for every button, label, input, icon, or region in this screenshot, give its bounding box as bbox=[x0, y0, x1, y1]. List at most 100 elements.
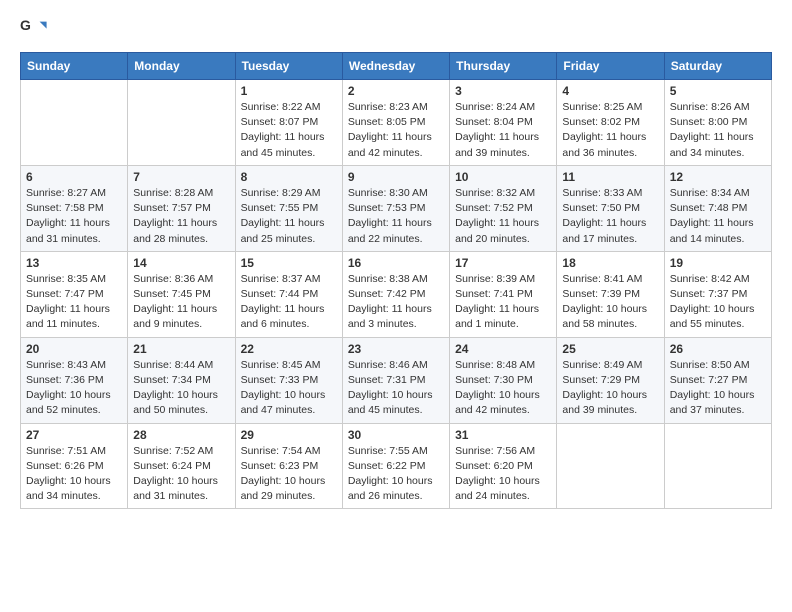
weekday-header: Tuesday bbox=[235, 53, 342, 80]
day-info: Sunrise: 8:37 AMSunset: 7:44 PMDaylight:… bbox=[241, 272, 337, 333]
day-number: 10 bbox=[455, 170, 551, 184]
calendar-table: SundayMondayTuesdayWednesdayThursdayFrid… bbox=[20, 52, 772, 509]
day-info: Sunrise: 8:35 AMSunset: 7:47 PMDaylight:… bbox=[26, 272, 122, 333]
day-info: Sunrise: 8:23 AMSunset: 8:05 PMDaylight:… bbox=[348, 100, 444, 161]
calendar-cell: 29Sunrise: 7:54 AMSunset: 6:23 PMDayligh… bbox=[235, 423, 342, 509]
day-number: 22 bbox=[241, 342, 337, 356]
day-info: Sunrise: 8:22 AMSunset: 8:07 PMDaylight:… bbox=[241, 100, 337, 161]
day-number: 16 bbox=[348, 256, 444, 270]
day-info: Sunrise: 8:38 AMSunset: 7:42 PMDaylight:… bbox=[348, 272, 444, 333]
day-number: 11 bbox=[562, 170, 658, 184]
day-info: Sunrise: 8:30 AMSunset: 7:53 PMDaylight:… bbox=[348, 186, 444, 247]
calendar-week-row: 6 Sunrise: 8:27 AMSunset: 7:58 PMDaylight… bbox=[21, 165, 772, 251]
day-number: 9 bbox=[348, 170, 444, 184]
calendar-cell: 26 Sunrise: 8:50 AMSunset: 7:27 PMDayligh… bbox=[664, 337, 771, 423]
weekday-header: Wednesday bbox=[342, 53, 449, 80]
day-number: 24 bbox=[455, 342, 551, 356]
calendar-week-row: 27 Sunrise: 7:51 AMSunset: 6:26 PMDayligh… bbox=[21, 423, 772, 509]
calendar-cell: 10 Sunrise: 8:32 AMSunset: 7:52 PMDayligh… bbox=[450, 165, 557, 251]
day-info: Sunrise: 8:24 AMSunset: 8:04 PMDaylight:… bbox=[455, 100, 551, 161]
day-number: 4 bbox=[562, 84, 658, 98]
day-info: Sunrise: 8:32 AMSunset: 7:52 PMDaylight:… bbox=[455, 186, 551, 247]
day-number: 2 bbox=[348, 84, 444, 98]
weekday-header: Sunday bbox=[21, 53, 128, 80]
calendar-cell bbox=[557, 423, 664, 509]
calendar-cell: 3Sunrise: 8:24 AMSunset: 8:04 PMDaylight… bbox=[450, 80, 557, 166]
day-number: 15 bbox=[241, 256, 337, 270]
day-number: 6 bbox=[26, 170, 122, 184]
calendar-week-row: 1 Sunrise: 8:22 AMSunset: 8:07 PMDaylight… bbox=[21, 80, 772, 166]
calendar-cell: 9 Sunrise: 8:30 AMSunset: 7:53 PMDaylight… bbox=[342, 165, 449, 251]
calendar-cell: 30Sunrise: 7:55 AMSunset: 6:22 PMDayligh… bbox=[342, 423, 449, 509]
calendar-cell: 23Sunrise: 8:46 AMSunset: 7:31 PMDayligh… bbox=[342, 337, 449, 423]
day-number: 12 bbox=[670, 170, 766, 184]
day-info: Sunrise: 8:43 AMSunset: 7:36 PMDaylight:… bbox=[26, 358, 122, 419]
calendar-cell: 4 Sunrise: 8:25 AMSunset: 8:02 PMDaylight… bbox=[557, 80, 664, 166]
day-info: Sunrise: 7:56 AMSunset: 6:20 PMDaylight:… bbox=[455, 444, 551, 505]
calendar-cell: 12 Sunrise: 8:34 AMSunset: 7:48 PMDayligh… bbox=[664, 165, 771, 251]
day-number: 26 bbox=[670, 342, 766, 356]
day-number: 29 bbox=[241, 428, 337, 442]
day-number: 28 bbox=[133, 428, 229, 442]
day-info: Sunrise: 8:36 AMSunset: 7:45 PMDaylight:… bbox=[133, 272, 229, 333]
calendar-cell: 17Sunrise: 8:39 AMSunset: 7:41 PMDayligh… bbox=[450, 251, 557, 337]
calendar-cell: 22 Sunrise: 8:45 AMSunset: 7:33 PMDayligh… bbox=[235, 337, 342, 423]
day-info: Sunrise: 7:52 AMSunset: 6:24 PMDaylight:… bbox=[133, 444, 229, 505]
day-number: 21 bbox=[133, 342, 229, 356]
calendar-week-row: 20 Sunrise: 8:43 AMSunset: 7:36 PMDayligh… bbox=[21, 337, 772, 423]
header: G bbox=[20, 16, 772, 44]
weekday-header: Saturday bbox=[664, 53, 771, 80]
day-number: 7 bbox=[133, 170, 229, 184]
day-info: Sunrise: 8:29 AMSunset: 7:55 PMDaylight:… bbox=[241, 186, 337, 247]
calendar-cell bbox=[21, 80, 128, 166]
day-number: 20 bbox=[26, 342, 122, 356]
day-info: Sunrise: 8:27 AMSunset: 7:58 PMDaylight:… bbox=[26, 186, 122, 247]
day-info: Sunrise: 7:51 AMSunset: 6:26 PMDaylight:… bbox=[26, 444, 122, 505]
day-number: 19 bbox=[670, 256, 766, 270]
day-info: Sunrise: 8:49 AMSunset: 7:29 PMDaylight:… bbox=[562, 358, 658, 419]
day-info: Sunrise: 8:26 AMSunset: 8:00 PMDaylight:… bbox=[670, 100, 766, 161]
day-info: Sunrise: 8:33 AMSunset: 7:50 PMDaylight:… bbox=[562, 186, 658, 247]
calendar-cell bbox=[664, 423, 771, 509]
day-info: Sunrise: 8:39 AMSunset: 7:41 PMDaylight:… bbox=[455, 272, 551, 333]
day-number: 1 bbox=[241, 84, 337, 98]
calendar-cell: 1 Sunrise: 8:22 AMSunset: 8:07 PMDaylight… bbox=[235, 80, 342, 166]
day-info: Sunrise: 8:46 AMSunset: 7:31 PMDaylight:… bbox=[348, 358, 444, 419]
day-number: 13 bbox=[26, 256, 122, 270]
calendar-cell: 24 Sunrise: 8:48 AMSunset: 7:30 PMDayligh… bbox=[450, 337, 557, 423]
weekday-header-row: SundayMondayTuesdayWednesdayThursdayFrid… bbox=[21, 53, 772, 80]
calendar-cell: 2 Sunrise: 8:23 AMSunset: 8:05 PMDaylight… bbox=[342, 80, 449, 166]
day-info: Sunrise: 7:55 AMSunset: 6:22 PMDaylight:… bbox=[348, 444, 444, 505]
weekday-header: Monday bbox=[128, 53, 235, 80]
weekday-header: Thursday bbox=[450, 53, 557, 80]
calendar-week-row: 13 Sunrise: 8:35 AMSunset: 7:47 PMDayligh… bbox=[21, 251, 772, 337]
calendar-cell: 25 Sunrise: 8:49 AMSunset: 7:29 PMDayligh… bbox=[557, 337, 664, 423]
day-info: Sunrise: 8:50 AMSunset: 7:27 PMDaylight:… bbox=[670, 358, 766, 419]
calendar-cell: 5 Sunrise: 8:26 AMSunset: 8:00 PMDaylight… bbox=[664, 80, 771, 166]
calendar-cell: 15 Sunrise: 8:37 AMSunset: 7:44 PMDayligh… bbox=[235, 251, 342, 337]
day-number: 25 bbox=[562, 342, 658, 356]
calendar-cell: 28 Sunrise: 7:52 AMSunset: 6:24 PMDayligh… bbox=[128, 423, 235, 509]
calendar-cell: 21Sunrise: 8:44 AMSunset: 7:34 PMDayligh… bbox=[128, 337, 235, 423]
day-info: Sunrise: 8:25 AMSunset: 8:02 PMDaylight:… bbox=[562, 100, 658, 161]
calendar-cell: 7Sunrise: 8:28 AMSunset: 7:57 PMDaylight… bbox=[128, 165, 235, 251]
day-info: Sunrise: 8:41 AMSunset: 7:39 PMDaylight:… bbox=[562, 272, 658, 333]
weekday-header: Friday bbox=[557, 53, 664, 80]
day-info: Sunrise: 8:34 AMSunset: 7:48 PMDaylight:… bbox=[670, 186, 766, 247]
calendar-cell: 6 Sunrise: 8:27 AMSunset: 7:58 PMDaylight… bbox=[21, 165, 128, 251]
day-number: 14 bbox=[133, 256, 229, 270]
day-info: Sunrise: 8:48 AMSunset: 7:30 PMDaylight:… bbox=[455, 358, 551, 419]
day-number: 18 bbox=[562, 256, 658, 270]
day-number: 31 bbox=[455, 428, 551, 442]
calendar-cell: 16 Sunrise: 8:38 AMSunset: 7:42 PMDayligh… bbox=[342, 251, 449, 337]
calendar-cell: 18 Sunrise: 8:41 AMSunset: 7:39 PMDayligh… bbox=[557, 251, 664, 337]
day-number: 5 bbox=[670, 84, 766, 98]
calendar-cell: 14 Sunrise: 8:36 AMSunset: 7:45 PMDayligh… bbox=[128, 251, 235, 337]
svg-text:G: G bbox=[20, 17, 31, 33]
day-info: Sunrise: 8:45 AMSunset: 7:33 PMDaylight:… bbox=[241, 358, 337, 419]
day-number: 8 bbox=[241, 170, 337, 184]
day-number: 27 bbox=[26, 428, 122, 442]
logo-icon: G bbox=[20, 16, 48, 44]
calendar-cell: 13 Sunrise: 8:35 AMSunset: 7:47 PMDayligh… bbox=[21, 251, 128, 337]
day-info: Sunrise: 8:42 AMSunset: 7:37 PMDaylight:… bbox=[670, 272, 766, 333]
